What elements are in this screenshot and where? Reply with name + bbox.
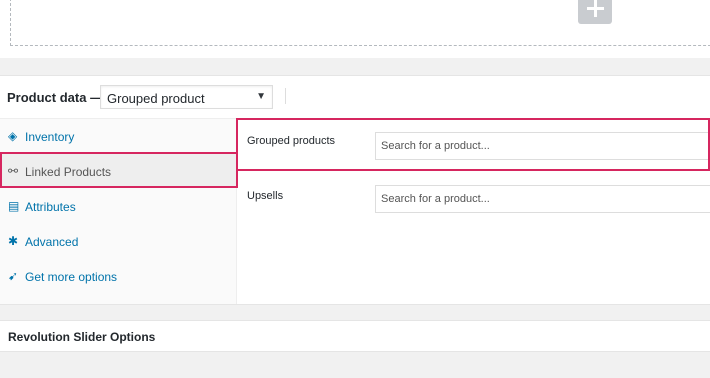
revolution-slider-panel[interactable]: Revolution Slider Options <box>0 320 710 352</box>
tab-label: Attributes <box>25 200 76 214</box>
tab-advanced[interactable]: ✱ Advanced <box>0 224 236 258</box>
upsells-search-input[interactable] <box>375 185 710 213</box>
product-data-panel: Product data — Grouped product ▼ ◈ Inven… <box>0 75 710 305</box>
tab-label: Advanced <box>25 235 79 249</box>
chevron-down-icon: ▼ <box>256 91 266 102</box>
product-data-title: Product data — <box>7 90 104 105</box>
tab-label: Get more options <box>25 270 118 284</box>
product-type-select[interactable]: Grouped product ▼ <box>100 85 273 109</box>
gear-icon: ✱ <box>8 234 19 248</box>
tag-icon: ◈ <box>8 129 18 143</box>
product-data-tabs: ◈ Inventory ⚯ Linked Products ▤ Attribut… <box>0 119 237 304</box>
product-gallery-area <box>0 0 710 58</box>
header-divider <box>285 88 286 104</box>
product-data-header: Product data — Grouped product ▼ <box>0 76 710 119</box>
linked-products-content: Grouped products Upsells <box>237 119 710 304</box>
grouped-products-search-input[interactable] <box>375 132 710 160</box>
grouped-products-label: Grouped products <box>247 135 336 147</box>
tab-get-more-options[interactable]: ➹ Get more options <box>0 259 236 293</box>
link-icon: ⚯ <box>8 164 19 178</box>
product-type-value: Grouped product <box>107 91 205 106</box>
tab-inventory[interactable]: ◈ Inventory <box>0 119 236 153</box>
upsells-label: Upsells <box>247 190 284 202</box>
tab-attributes[interactable]: ▤ Attributes <box>0 189 236 223</box>
tab-linked-products[interactable]: ⚯ Linked Products <box>0 154 236 188</box>
plugin-icon: ➹ <box>8 269 19 283</box>
table-icon: ▤ <box>8 199 20 213</box>
plus-icon[interactable] <box>578 0 612 24</box>
revolution-slider-title: Revolution Slider Options <box>8 330 156 344</box>
tab-label: Inventory <box>25 130 75 144</box>
tab-label: Linked Products <box>25 165 112 179</box>
